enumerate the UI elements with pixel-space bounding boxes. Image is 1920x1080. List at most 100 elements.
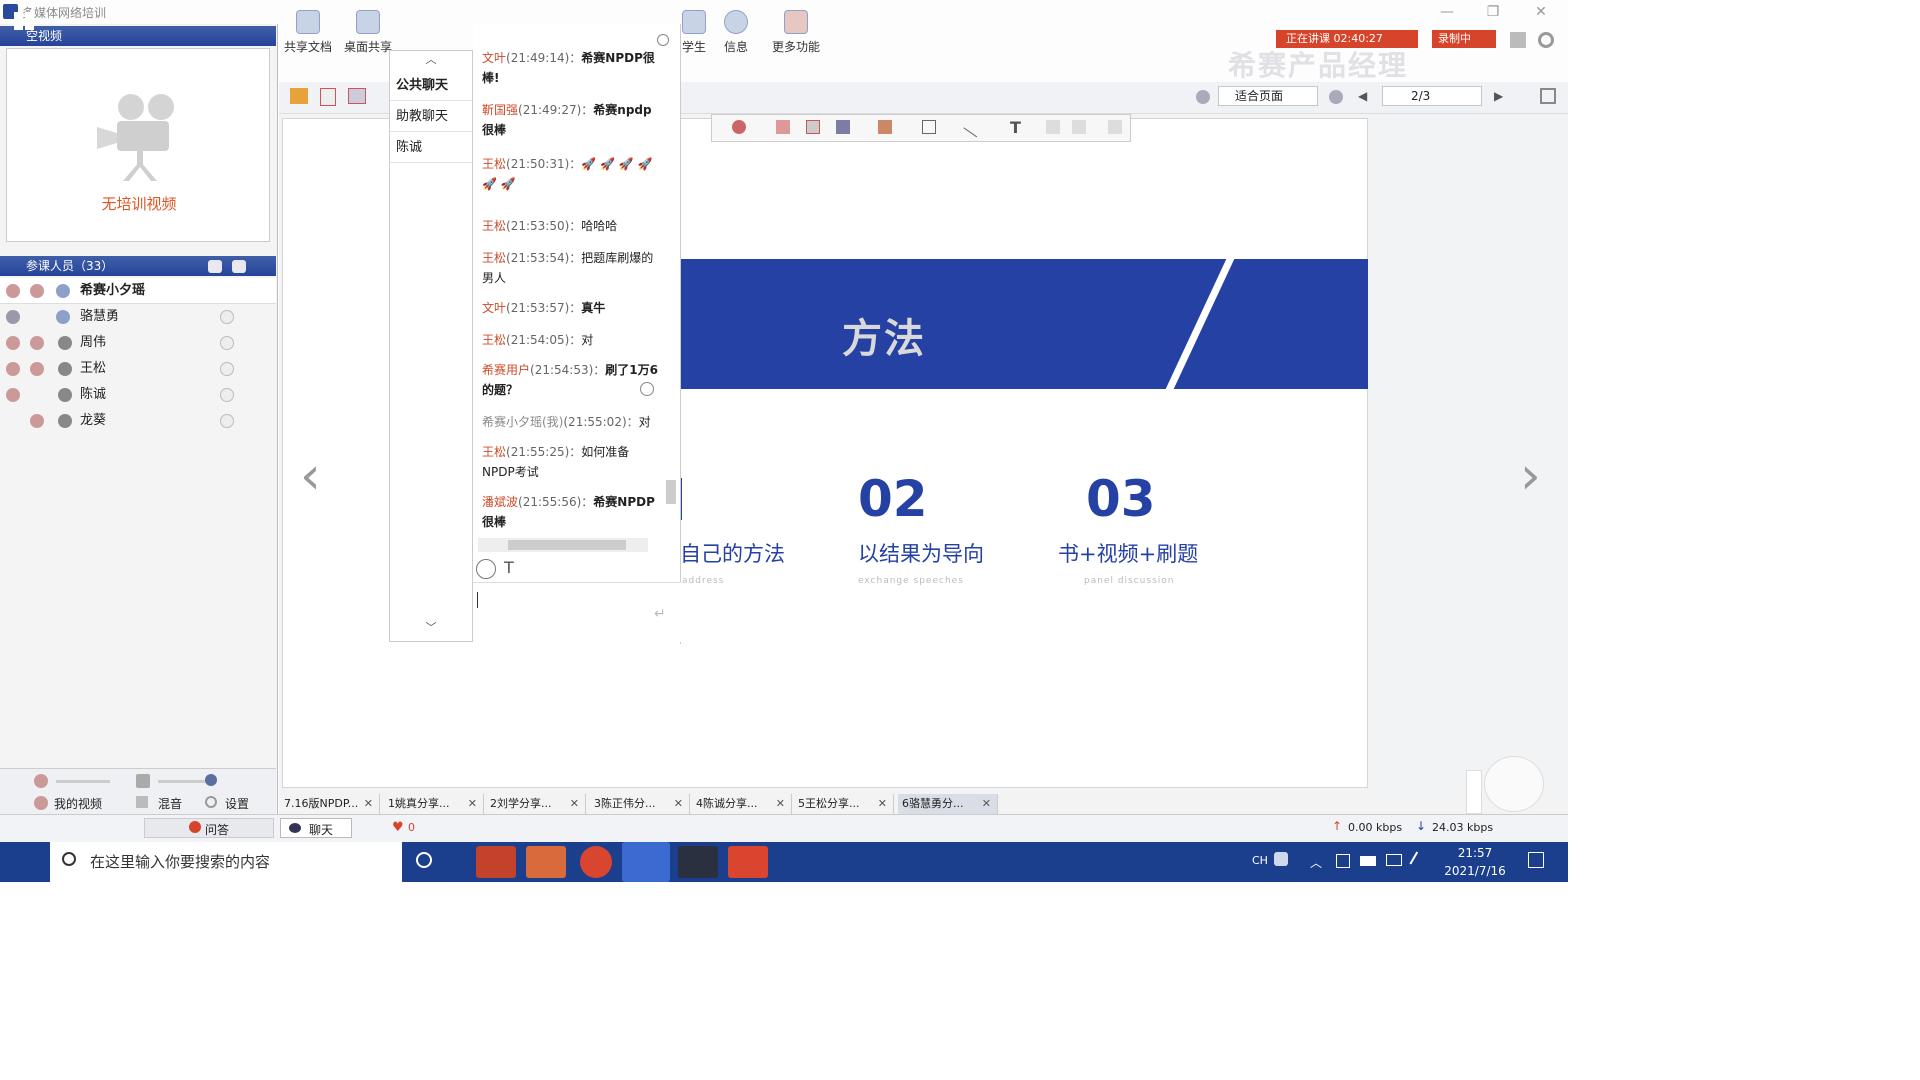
chat-bubble-icon[interactable]: [220, 388, 234, 402]
tray-expand-icon[interactable]: ︿: [1310, 854, 1322, 871]
qa-button[interactable]: 问答: [144, 818, 274, 838]
participant-row[interactable]: 骆慧勇: [0, 304, 276, 330]
chat-bubble-icon[interactable]: [220, 336, 234, 350]
font-icon[interactable]: T: [504, 558, 514, 577]
mic-muted-icon[interactable]: [6, 362, 20, 376]
layout-icon[interactable]: [1510, 32, 1526, 48]
redo-icon[interactable]: [1072, 120, 1086, 134]
my-video-label[interactable]: 我的视频: [54, 795, 102, 812]
undo-icon[interactable]: [1046, 120, 1060, 134]
chat-sender[interactable]: 潘斌波: [482, 495, 518, 509]
chat-sender[interactable]: 王松: [482, 251, 506, 265]
users-icon[interactable]: [232, 260, 246, 273]
close-tab-icon[interactable]: ✕: [468, 794, 477, 814]
chat-sender[interactable]: 王松: [482, 219, 506, 233]
recording-status[interactable]: 录制中: [1432, 30, 1496, 48]
rectangle-icon[interactable]: [922, 120, 936, 134]
emoji-icon[interactable]: [476, 559, 496, 579]
chat-sender[interactable]: 王松: [482, 333, 506, 347]
file-explorer-app-icon[interactable]: [526, 846, 566, 878]
info-button[interactable]: 信息: [706, 4, 766, 54]
send-icon[interactable]: ↵: [654, 606, 666, 622]
collapse-icon[interactable]: [657, 34, 669, 46]
scrollbar-thumb[interactable]: [666, 480, 676, 504]
share-doc-button[interactable]: 共享文档: [278, 4, 338, 54]
close-tab-icon[interactable]: ✕: [364, 794, 373, 814]
teaching-status[interactable]: 正在讲课 02:40:27: [1276, 30, 1418, 48]
document-tab[interactable]: 2刘学分享... ✕: [486, 794, 586, 814]
close-tab-icon[interactable]: ✕: [982, 794, 991, 814]
close-button[interactable]: ✕: [1526, 2, 1556, 22]
document-tab[interactable]: 1姚真分享... ✕: [384, 794, 484, 814]
settings-icon[interactable]: [205, 796, 217, 808]
chat-sender[interactable]: 王松: [482, 445, 506, 459]
chat-scrollbar[interactable]: [664, 60, 678, 520]
horizontal-scrollbar[interactable]: [478, 538, 648, 552]
video-muted-icon[interactable]: [30, 284, 44, 298]
training-app-icon[interactable]: [622, 842, 670, 882]
prev-slide-arrow-icon[interactable]: ‹: [300, 446, 321, 506]
task-view-icon[interactable]: [416, 852, 432, 868]
clock[interactable]: 21:57 2021/7/16: [1430, 844, 1520, 880]
speaker-icon[interactable]: [136, 774, 150, 788]
chat-sender[interactable]: 希赛用户: [482, 363, 530, 377]
sogou-icon[interactable]: [1274, 852, 1288, 866]
next-slide-arrow-icon[interactable]: ›: [1520, 446, 1541, 506]
chat-bubble-icon[interactable]: [220, 310, 234, 324]
new-doc-icon[interactable]: [320, 88, 336, 106]
tray-app-icon[interactable]: [1336, 854, 1350, 868]
video-muted-icon[interactable]: [30, 362, 44, 376]
chat-sender[interactable]: 文叶: [482, 301, 506, 315]
speaker-volume-slider[interactable]: [158, 780, 212, 783]
participant-row[interactable]: 王松: [0, 356, 276, 382]
minimize-button[interactable]: —: [1432, 2, 1462, 22]
scroll-up-icon[interactable]: ︿: [390, 51, 472, 71]
document-tab[interactable]: 6骆慧勇分... ✕: [898, 794, 998, 814]
mix-label[interactable]: 混音: [158, 795, 182, 812]
pen-icon[interactable]: [836, 120, 850, 134]
windows-start-icon[interactable]: [14, 12, 34, 30]
network-icon[interactable]: [1386, 854, 1402, 866]
hand-icon[interactable]: [208, 260, 222, 273]
tab-public-chat[interactable]: 公共聊天: [390, 71, 472, 101]
mic-muted-icon[interactable]: [6, 284, 20, 298]
close-tab-icon[interactable]: ✕: [878, 794, 887, 814]
mic-volume-slider[interactable]: [56, 780, 110, 783]
notifications-icon[interactable]: [1528, 852, 1544, 868]
video-muted-icon[interactable]: [30, 414, 44, 428]
participant-row[interactable]: 陈诚: [0, 382, 276, 408]
mic-muted-icon[interactable]: [6, 336, 20, 350]
desktop-share-button[interactable]: 桌面共享: [338, 4, 398, 54]
close-tab-icon[interactable]: ✕: [570, 794, 579, 814]
tab-assistant-chat[interactable]: 助教聊天: [390, 102, 472, 132]
ime-indicator[interactable]: [1466, 770, 1482, 814]
settings-label[interactable]: 设置: [225, 795, 249, 812]
powerpoint-app-icon[interactable]: [476, 846, 516, 878]
clear-icon[interactable]: [1108, 120, 1122, 134]
document-tab[interactable]: 5王松分享... ✕: [794, 794, 894, 814]
screen-icon[interactable]: [348, 88, 366, 104]
fullscreen-icon[interactable]: [1540, 88, 1556, 104]
heart-icon[interactable]: ♥: [392, 820, 404, 835]
h-scrollbar-thumb[interactable]: [508, 540, 626, 550]
document-tab[interactable]: 4陈诚分享... ✕: [692, 794, 792, 814]
pointer-icon[interactable]: [732, 120, 746, 134]
chat-sender[interactable]: 文叶: [482, 51, 506, 65]
participant-row[interactable]: 龙葵: [0, 408, 276, 434]
close-tab-icon[interactable]: ✕: [674, 794, 683, 814]
battery-icon[interactable]: [1360, 856, 1376, 866]
browser-app-icon[interactable]: [580, 846, 612, 878]
eraser-icon[interactable]: [776, 120, 790, 134]
taskbar-search-input[interactable]: 在这里输入你要搜索的内容: [50, 842, 402, 882]
close-tab-icon[interactable]: ✕: [776, 794, 785, 814]
mic-icon[interactable]: [34, 774, 48, 788]
fit-page-select[interactable]: 适合页面: [1218, 86, 1318, 106]
prev-page-icon[interactable]: ◀: [1358, 89, 1367, 103]
language-indicator[interactable]: CH: [1252, 854, 1268, 867]
zoom-in-icon[interactable]: [1196, 90, 1210, 104]
chat-button[interactable]: 聊天: [280, 818, 352, 838]
chat-sender[interactable]: 希赛小夕瑶(我): [482, 415, 563, 429]
maximize-button[interactable]: ❐: [1478, 2, 1508, 22]
mic-muted-icon[interactable]: [6, 388, 20, 402]
more-button[interactable]: 更多功能: [766, 4, 826, 54]
